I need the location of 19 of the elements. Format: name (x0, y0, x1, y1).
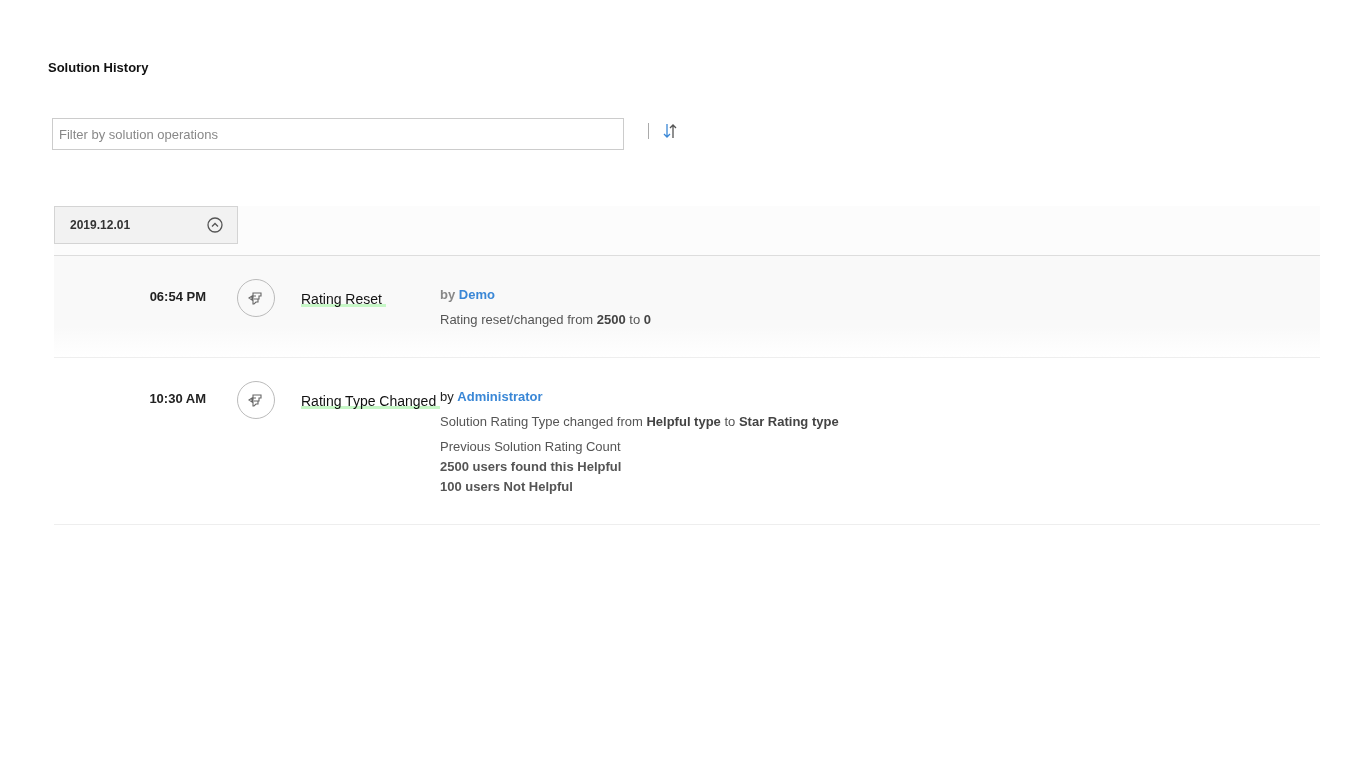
sort-button[interactable] (663, 123, 677, 139)
author-link[interactable]: Demo (458, 287, 495, 302)
entry-detail: 100 users Not Helpful (440, 479, 574, 494)
page-title: Solution History (48, 60, 150, 75)
author-link[interactable]: Administrator (457, 389, 543, 404)
filter-field[interactable]: Filter by solution operations (52, 118, 624, 150)
entry-time: 10:30 AM (148, 390, 207, 408)
by-label: by (440, 389, 454, 404)
entry-title: Rating Type Changed (301, 381, 440, 494)
chevron-up-icon (207, 217, 223, 233)
sort-icon (663, 123, 677, 139)
by-label: by (440, 287, 456, 302)
entry-detail: Previous Solution Rating Count (440, 439, 622, 454)
entry-time: 06:54 PM (148, 288, 207, 306)
entry-detail: Solution Rating Type changed from Helpful type to Star Rating type (440, 414, 840, 429)
date-group-toggle[interactable]: 2019.12.01 (54, 206, 238, 244)
entry-detail: 2500 users found this Helpful (440, 459, 623, 474)
entry-detail: Rating reset/changed from 2500 to 0 (440, 312, 653, 327)
entry-title: Rating Reset (301, 279, 440, 327)
